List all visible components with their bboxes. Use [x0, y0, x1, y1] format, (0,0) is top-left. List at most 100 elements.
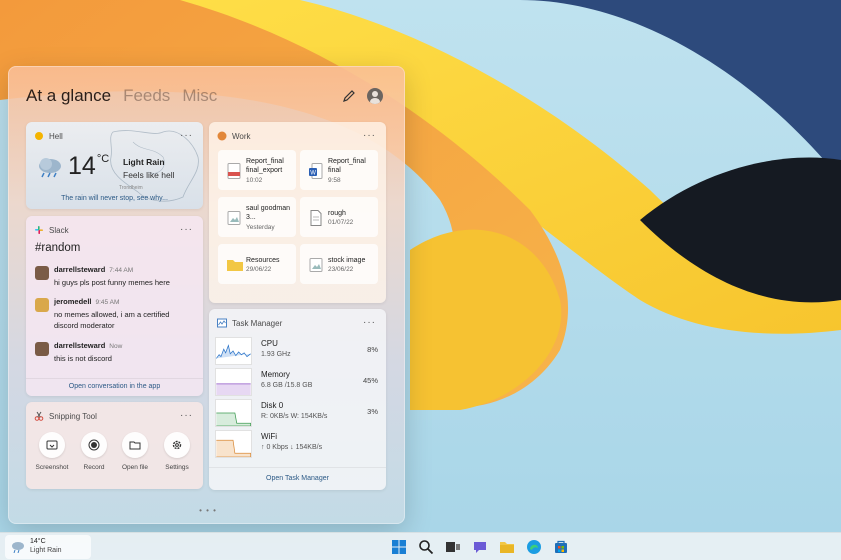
settings-label: Settings: [165, 464, 189, 471]
message-text: hi guys pls post funny memes here: [54, 278, 170, 287]
edge-icon[interactable]: [524, 537, 544, 557]
page-indicator[interactable]: • • •: [198, 506, 218, 515]
file-name: stock image: [328, 257, 366, 264]
file-item[interactable]: W Report_final final 9:58: [300, 150, 378, 190]
wifi-row[interactable]: WiFi ↑ 0 Kbps ↓ 154KB/s: [215, 430, 378, 458]
image-icon: [309, 258, 323, 272]
sun-icon: [35, 132, 43, 140]
snipping-header: Snipping Tool ···: [34, 409, 195, 423]
slack-more-button[interactable]: ···: [178, 225, 195, 235]
store-icon[interactable]: [551, 537, 571, 557]
weather-footer-link[interactable]: The rain will never stop, see why...: [26, 195, 203, 202]
cpu-value: 8%: [367, 345, 378, 354]
folder-icon: [227, 260, 243, 271]
message-user: jeromedell: [54, 297, 92, 306]
folder-open-icon: [129, 441, 141, 450]
work-header: Work ···: [217, 129, 378, 143]
file-name: Resources: [246, 257, 280, 264]
message-user: darrellsteward: [54, 341, 106, 350]
image-icon: [227, 211, 241, 225]
disk-row[interactable]: Disk 0 R: 0KB/s W: 154KB/s 3%: [215, 399, 378, 427]
slack-title: Slack: [49, 225, 69, 235]
message-user: darrellsteward: [54, 265, 106, 274]
tab-at-a-glance[interactable]: At a glance: [26, 86, 111, 106]
open-file-label: Open file: [121, 464, 149, 471]
work-title: Work: [232, 131, 251, 141]
work-widget: Work ··· Report_final final_export 10:02…: [209, 122, 386, 303]
file-item[interactable]: rough 01/07/22: [300, 197, 378, 237]
disk-label: Disk 0: [261, 401, 284, 410]
file-name: Report_final final_export: [246, 158, 284, 174]
chat-icon[interactable]: [470, 537, 490, 557]
file-item[interactable]: Report_final final_export 10:02: [218, 150, 296, 190]
task-manager-widget: Task Manager ··· CPU 1.93 GHz 8% Memory …: [209, 309, 386, 490]
board-tabs: At a glance Feeds Misc: [26, 86, 217, 106]
slack-header: Slack ···: [34, 223, 195, 237]
cpu-detail: 1.93 GHz: [261, 351, 291, 358]
file-explorer-icon[interactable]: [497, 537, 517, 557]
snipping-title: Snipping Tool: [49, 411, 97, 421]
cpu-label: CPU: [261, 339, 278, 348]
open-conversation-link[interactable]: Open conversation in the app: [26, 378, 203, 396]
snipping-tool-widget: Snipping Tool ··· Screenshot Record Open…: [26, 402, 203, 489]
edit-pencil-icon[interactable]: [341, 88, 357, 104]
task-manager-header: Task Manager ···: [217, 316, 378, 330]
file-item[interactable]: Resources 29/06/22: [218, 244, 296, 284]
settings-button[interactable]: Settings: [157, 432, 197, 471]
map-place-label: Trondheim: [119, 185, 143, 191]
svg-text:W: W: [310, 171, 316, 177]
disk-detail: R: 0KB/s W: 154KB/s: [261, 413, 328, 420]
file-name: saul goodman 3...: [246, 205, 290, 221]
message-text: no memes allowed, i am a certified disco…: [54, 310, 170, 330]
memory-row[interactable]: Memory 6.8 GB /15.8 GB 45%: [215, 368, 378, 396]
rain-cloud-icon: [39, 158, 61, 178]
file-date: 01/07/22: [328, 219, 354, 226]
screenshot-label: Screenshot: [35, 464, 69, 471]
message-time: 7:44 AM: [109, 267, 134, 274]
task-manager-more-button[interactable]: ···: [361, 318, 378, 328]
taskbar-temperature: 14°C: [30, 538, 46, 545]
memory-graph: [215, 368, 252, 396]
windows-start-icon[interactable]: [389, 537, 409, 557]
wifi-label: WiFi: [261, 432, 277, 441]
weather-header: Hell ···: [34, 129, 195, 143]
work-more-button[interactable]: ···: [361, 131, 378, 141]
weather-widget[interactable]: Hell ··· 14°C Light Rain Feels like hell…: [26, 122, 203, 209]
file-item[interactable]: stock image 23/06/22: [300, 244, 378, 284]
temperature: 14°C: [68, 152, 110, 180]
slack-icon: [35, 226, 43, 234]
avatar: [35, 342, 49, 356]
task-manager-icon: [217, 318, 227, 328]
weather-more-button[interactable]: ···: [178, 131, 195, 141]
memory-value: 45%: [362, 376, 378, 385]
tab-misc[interactable]: Misc: [182, 86, 217, 106]
screenshot-button[interactable]: Screenshot: [32, 432, 72, 471]
work-dot-icon: [217, 131, 227, 141]
disk-graph: [215, 399, 252, 427]
user-avatar[interactable]: [367, 88, 383, 104]
search-icon[interactable]: [416, 537, 436, 557]
task-manager-title: Task Manager: [232, 318, 283, 328]
file-date: 29/06/22: [246, 266, 272, 273]
widgets-board: At a glance Feeds Misc Hell ··· 14°C Lig…: [8, 66, 405, 524]
weather-condition: Light Rain: [123, 157, 165, 167]
cpu-row[interactable]: CPU 1.93 GHz 8%: [215, 337, 378, 365]
task-view-icon[interactable]: [443, 537, 463, 557]
taskbar-apps: [389, 537, 571, 557]
screenshot-icon: [46, 440, 58, 450]
gear-icon: [172, 440, 182, 450]
feels-like: Feels like hell: [123, 170, 175, 180]
file-item[interactable]: saul goodman 3... Yesterday: [218, 197, 296, 237]
slack-channel: #random: [35, 242, 81, 254]
open-file-button[interactable]: Open file: [115, 432, 155, 471]
file-name: Report_final final: [328, 158, 366, 174]
taskbar: 14°C Light Rain: [0, 532, 841, 560]
file-date: 10:02: [246, 177, 263, 184]
snipping-more-button[interactable]: ···: [178, 411, 195, 421]
taskbar-condition: Light Rain: [30, 547, 62, 554]
record-button[interactable]: Record: [74, 432, 114, 471]
tab-feeds[interactable]: Feeds: [123, 86, 170, 106]
taskbar-weather-button[interactable]: 14°C Light Rain: [5, 535, 91, 559]
open-task-manager-link[interactable]: Open Task Manager: [209, 467, 386, 490]
weather-location: Hell: [49, 131, 63, 141]
